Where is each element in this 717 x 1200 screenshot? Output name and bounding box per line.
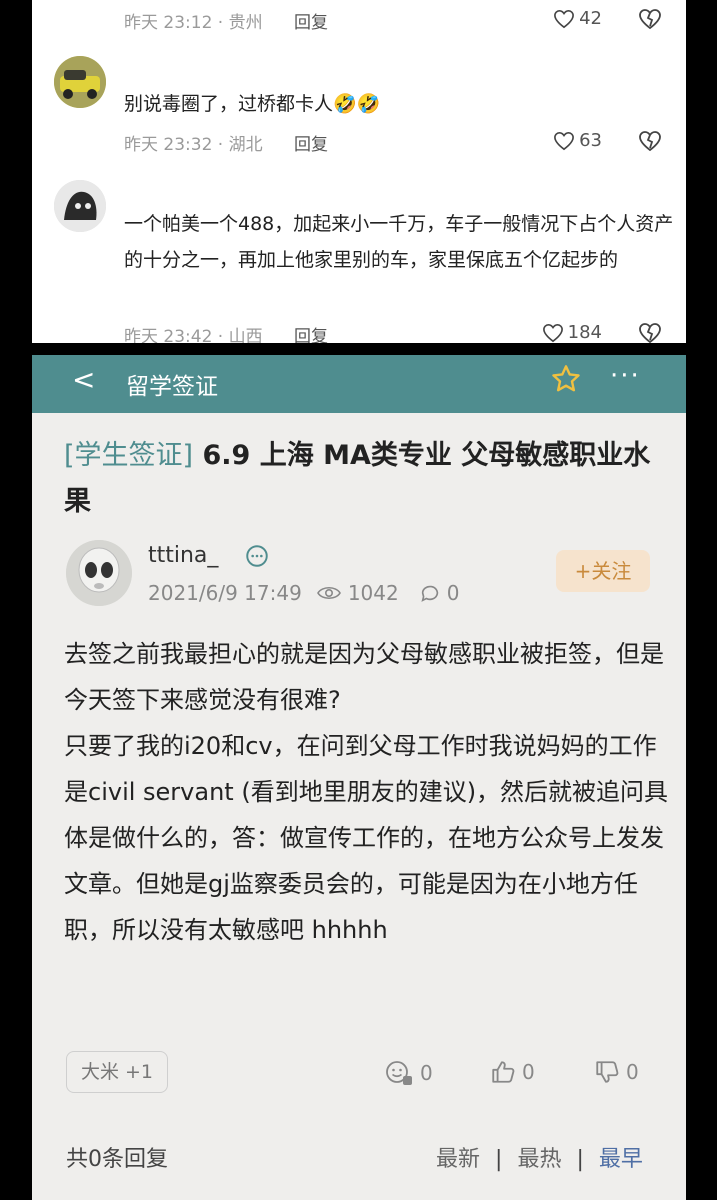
like-button[interactable]: 63	[553, 130, 602, 151]
comment-count: 0	[446, 581, 460, 605]
like-count: 42	[579, 8, 602, 29]
post-tag[interactable]: [学生签证]	[64, 440, 193, 471]
comment-text: 一个帕美一个488，加起来小一千万，车子一般情况下占个人资产的十分之一，再加上他…	[124, 213, 674, 271]
comment-time: 昨天 23:32 · 湖北	[124, 135, 263, 155]
sort-options: 最新 | 最热 | 最早	[436, 1141, 643, 1173]
sort-separator: |	[495, 1147, 503, 1172]
dislike-icon[interactable]	[638, 130, 662, 152]
post-paragraph: 只要了我的i20和cv，在问到父母工作时我说妈妈的工作是civil servan…	[64, 732, 669, 944]
author-name[interactable]: tttina_	[148, 543, 218, 568]
like-count: 63	[579, 130, 602, 151]
avatar-image	[54, 56, 106, 108]
downvote-count: 0	[626, 1060, 639, 1084]
heart-icon	[542, 323, 563, 342]
back-button[interactable]: <	[72, 363, 95, 396]
emoji-reaction-button[interactable]: 0	[384, 1059, 433, 1087]
avatar-image	[66, 540, 132, 606]
comment-text: 别说毒圈了，过桥都卡人🤣🤣	[124, 93, 381, 115]
downvote-button[interactable]: 0	[594, 1059, 639, 1085]
emoji-reaction-count: 0	[420, 1061, 433, 1085]
reply-button[interactable]: 回复	[294, 327, 328, 343]
post-body: 去签之前我最担心的就是因为父母敏感职业被拒签，但是今天签下来感觉没有很难? 只要…	[64, 631, 674, 953]
dislike-icon[interactable]	[638, 322, 662, 343]
comment-list: 昨天 23:12 · 贵州 回复 42 别说毒圈了，过桥都卡人🤣🤣 昨天 23:…	[32, 0, 686, 343]
award-badge[interactable]: 大米 +1	[66, 1051, 168, 1093]
upvote-count: 0	[522, 1060, 535, 1084]
sort-newest[interactable]: 最新	[436, 1147, 480, 1172]
forum-post-screen: < 留学签证 ··· [学生签证] 6.9 上海 MA类专业 父母敏感职业水果 …	[32, 355, 686, 1200]
comment-meta: 昨天 23:12 · 贵州 回复	[124, 8, 328, 33]
post-meta: 2021/6/9 17:49 1042 0	[148, 581, 467, 605]
like-count: 184	[567, 322, 602, 343]
star-icon[interactable]	[550, 363, 582, 395]
thumbs-up-icon	[492, 1061, 515, 1083]
sort-separator: |	[576, 1147, 584, 1172]
heart-icon	[554, 131, 575, 150]
avatar[interactable]	[54, 56, 106, 108]
like-button[interactable]: 184	[542, 322, 602, 343]
app-header: < 留学签证 ···	[32, 355, 686, 413]
view-count: 1042	[347, 581, 399, 605]
comment-icon	[421, 585, 438, 602]
reply-button[interactable]: 回复	[294, 135, 328, 155]
more-menu-button[interactable]: ···	[610, 361, 641, 391]
like-button[interactable]: 42	[553, 8, 602, 29]
thumbs-down-icon	[596, 1061, 619, 1083]
emoji-icon	[386, 1061, 412, 1085]
follow-button[interactable]: +关注	[556, 550, 650, 592]
author-avatar[interactable]	[66, 540, 132, 606]
post-title: [学生签证] 6.9 上海 MA类专业 父母敏感职业水果	[64, 433, 664, 525]
post-paragraph: 去签之前我最担心的就是因为父母敏感职业被拒签，但是今天签下来感觉没有很难?	[64, 640, 664, 714]
avatar-image	[54, 180, 106, 232]
page-title: 留学签证	[126, 374, 218, 400]
avatar[interactable]	[54, 180, 106, 232]
sort-earliest[interactable]: 最早	[599, 1147, 643, 1172]
reply-count: 共0条回复	[66, 1147, 168, 1172]
comment-meta: 昨天 23:32 · 湖北 回复	[124, 130, 328, 155]
reply-button[interactable]: 回复	[294, 13, 328, 33]
message-icon[interactable]	[244, 543, 270, 569]
post-date: 2021/6/9 17:49	[148, 581, 302, 605]
upvote-button[interactable]: 0	[490, 1059, 535, 1085]
comment-time: 昨天 23:12 · 贵州	[124, 13, 263, 33]
dislike-icon[interactable]	[638, 8, 662, 30]
comment-time: 昨天 23:42 · 山西	[124, 327, 263, 343]
comment-meta: 昨天 23:42 · 山西 回复	[124, 322, 328, 343]
eye-icon	[316, 586, 341, 600]
sort-hottest[interactable]: 最热	[517, 1147, 561, 1172]
heart-icon	[554, 9, 575, 28]
